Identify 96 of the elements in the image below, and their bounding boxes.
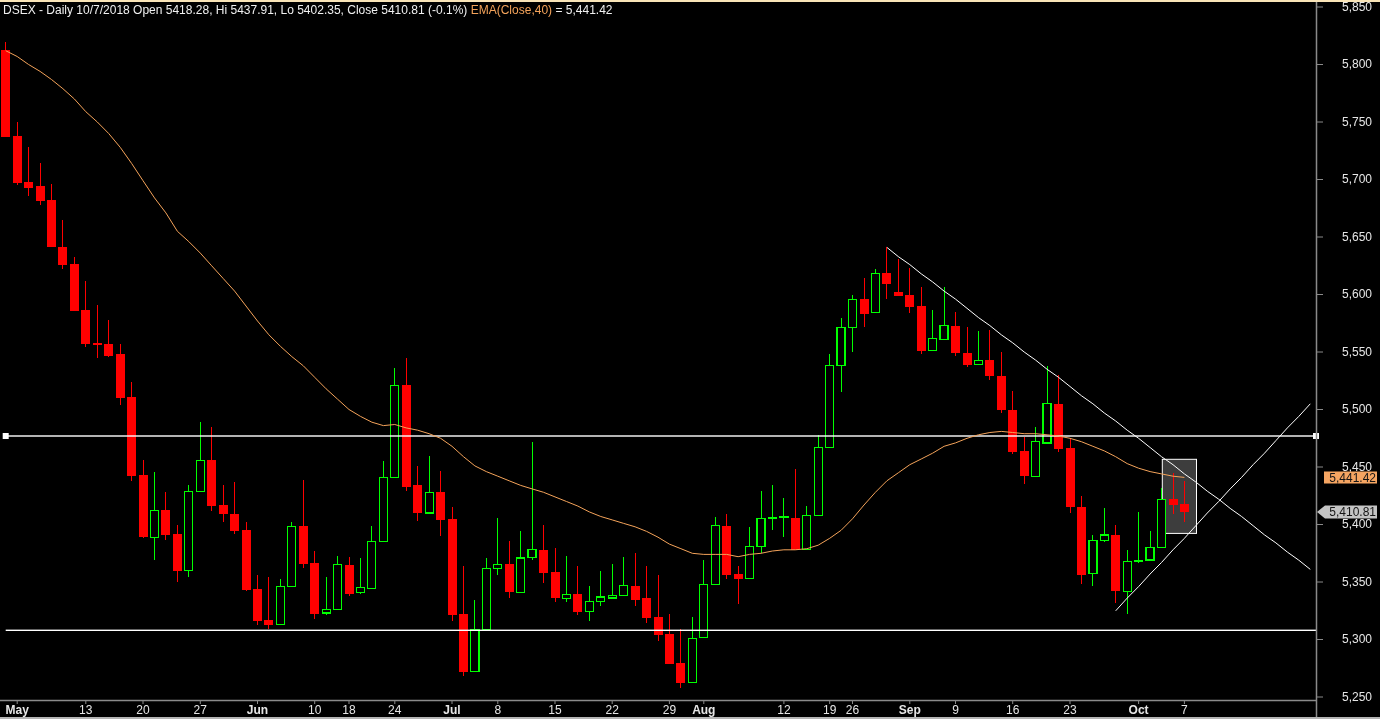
x-axis-label: Sep [898,703,921,717]
candle [973,330,983,366]
x-axis-label: Jun [246,703,269,717]
x-axis-label: 9 [952,703,959,717]
candle [630,552,640,607]
candle [619,556,629,597]
x-axis-label: 20 [136,703,150,717]
x-axis-label: 13 [79,703,93,717]
x-axis-label: Aug [692,703,716,717]
candle [1122,549,1132,615]
candle [653,574,663,642]
x-axis-label: 19 [823,703,837,717]
candle [287,521,297,588]
x-axis-label: 22 [605,703,619,717]
candle [962,326,972,368]
candle [424,455,434,514]
y-axis-label: 5,250 [1341,689,1372,704]
candle [939,286,949,340]
handle-icon[interactable] [1313,433,1319,439]
candle [58,219,68,270]
x-axis-label: Oct [1128,703,1149,717]
candle [550,547,560,603]
y-axis-label: 5,850 [1341,0,1372,14]
candle [1179,480,1189,523]
candle [1019,436,1029,485]
candle [985,329,995,381]
candle [344,556,354,597]
candle [253,574,262,626]
candle [413,465,423,522]
x-axis-label: 29 [662,703,677,717]
candle [275,578,285,626]
x-axis-label: 26 [845,703,860,717]
y-axis-label: 5,350 [1341,574,1372,589]
candle [333,555,343,611]
y-axis-label: 5,700 [1341,172,1372,187]
y-axis-label: 5,600 [1341,287,1372,302]
candle [241,521,251,592]
candle [870,268,880,314]
candle [493,517,503,576]
candle [69,256,79,312]
candle [664,613,674,665]
candle [584,585,594,622]
candle [92,304,102,359]
candle [596,570,606,607]
chart-title: DSEX - Daily 10/7/2018 Open 5418.28, Hi 5437.91, Lo 5402.35, Close 5410.81 (-0.1%) [3,3,468,17]
candle [607,563,617,599]
candle [756,490,766,554]
candle [1008,390,1018,455]
y-axis-label: 5,500 [1341,402,1372,417]
candle [996,351,1006,414]
candle [642,565,652,624]
candle [676,628,686,689]
legend-series-name: EMA(Close,40) [470,3,553,17]
x-axis-label: 7 [1181,703,1188,717]
candle [35,162,45,206]
candle [710,516,720,585]
x-axis-label: Jul [443,703,461,717]
x-axis-label: 16 [1006,703,1020,717]
candle [687,616,697,683]
x-axis-label: May [5,703,29,717]
y-axis-label: 5,400 [1341,517,1372,532]
x-axis-label: 15 [548,703,562,717]
price-label: 5,410.81 [1317,505,1377,520]
candle [893,258,903,297]
x-axis-label: 23 [1063,703,1077,717]
candle [744,526,755,580]
y-axis-label: 5,300 [1341,632,1372,647]
candle [573,565,583,616]
candle [264,576,274,630]
x-axis-label: 8 [494,703,502,717]
candle [504,540,514,599]
x-axis-label: 24 [388,703,402,717]
candle [172,524,182,583]
candle [24,146,34,197]
candle [47,183,56,248]
x-axis-label: 12 [777,703,791,717]
legend-value: = 5,441.42 [555,3,613,17]
x-axis-label: 18 [342,703,356,717]
x-axis-label: 10 [308,703,322,717]
candle [951,311,960,356]
y-axis-label: 5,550 [1341,344,1372,359]
candle [882,246,892,300]
y-axis-label: 5,650 [1341,229,1372,244]
candle [561,555,572,603]
candle [81,280,91,348]
candle [859,277,869,328]
candle [230,481,240,535]
candle [539,524,549,584]
candle [928,309,938,352]
candle [767,484,777,531]
handle-icon[interactable] [2,433,9,439]
candle [847,294,858,353]
x-axis-label: 27 [193,703,207,717]
candle [195,421,205,492]
y-axis-label: 5,750 [1341,114,1372,129]
y-axis-label: 5,800 [1341,57,1372,72]
